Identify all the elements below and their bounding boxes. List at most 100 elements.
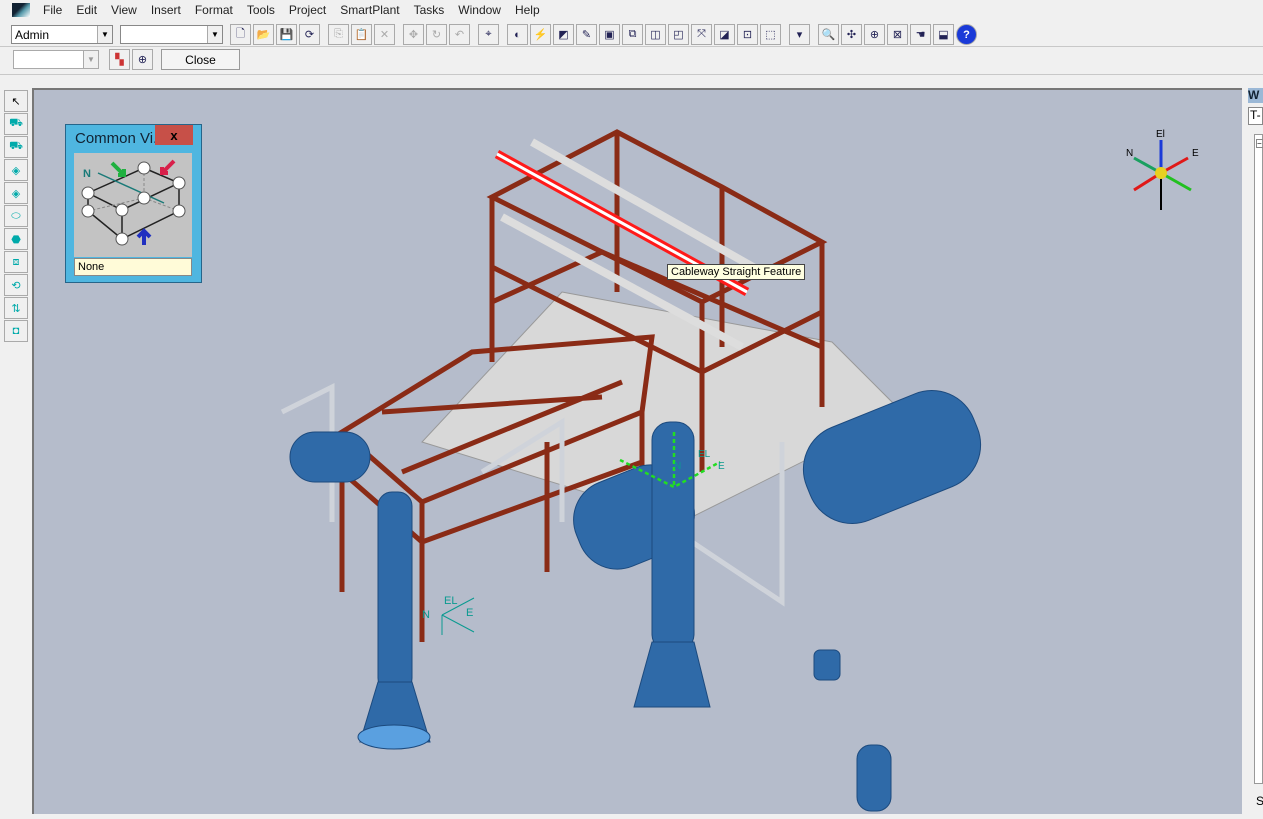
fit-all-button[interactable]: ⊠: [887, 24, 908, 45]
common-views-dialog: Common Vi... x N None: [65, 124, 202, 283]
new-button[interactable]: 🗋: [230, 24, 251, 45]
clip-button[interactable]: ◫: [645, 24, 666, 45]
place-route-tool-button[interactable]: ◈: [4, 182, 28, 204]
chevron-down-icon[interactable]: ▼: [83, 51, 98, 68]
3d-viewport[interactable]: Cableway Straight Feature El N E N EL E …: [32, 88, 1242, 814]
move-connect-icon: ⇅: [11, 302, 21, 315]
solid-tool-button[interactable]: ◘: [4, 320, 28, 342]
menu-window[interactable]: Window: [451, 3, 508, 17]
place-route-icon: ◈: [11, 187, 21, 200]
dropdown-button[interactable]: ▾: [789, 24, 810, 45]
selected-view-field: None: [74, 258, 192, 276]
filter-combo[interactable]: ▼: [120, 25, 223, 44]
svg-text:EL: EL: [444, 595, 457, 607]
svg-text:E: E: [1192, 148, 1199, 159]
workspace-explorer-panel: W T- − S: [1246, 88, 1263, 819]
zoom-select-button[interactable]: ⊕: [132, 49, 153, 70]
place-nozzle-icon: ⛟: [9, 140, 23, 152]
check-interference-button[interactable]: ⚡: [530, 24, 551, 45]
select-box-button[interactable]: ⬚: [760, 24, 781, 45]
view-cube[interactable]: N: [74, 153, 192, 257]
menu-project[interactable]: Project: [282, 3, 333, 17]
chevron-down-icon[interactable]: ▼: [97, 26, 112, 43]
rotate-object-tool-button[interactable]: ⟲: [4, 274, 28, 296]
rotate-button[interactable]: ↻: [426, 24, 447, 45]
place-feature-tool-button[interactable]: ◈: [4, 159, 28, 181]
measure-icon: ◐: [514, 28, 521, 41]
place-equipment-icon: ⛟: [9, 117, 23, 129]
svg-text:N: N: [422, 609, 430, 621]
menu-edit[interactable]: Edit: [69, 3, 104, 17]
local-axes-1: N EL E: [422, 595, 475, 635]
svg-text:N: N: [1126, 148, 1133, 159]
zoom-button[interactable]: 🔍: [818, 24, 839, 45]
svg-text:N: N: [674, 461, 681, 472]
chevron-down-icon[interactable]: ▼: [207, 26, 222, 43]
solid-icon: ◘: [12, 325, 20, 337]
zoom-icon: 🔍: [821, 29, 836, 41]
menu-file[interactable]: File: [36, 3, 69, 17]
properties-button[interactable]: ◩: [553, 24, 574, 45]
insert-shape-tool-button[interactable]: ⧈: [4, 251, 28, 273]
move-connect-tool-button[interactable]: ⇅: [4, 297, 28, 319]
undo-icon: ↶: [454, 29, 465, 41]
place-part-tool-button[interactable]: ⬣: [4, 228, 28, 250]
compass-icon: El N E: [1126, 129, 1199, 210]
help-button[interactable]: ?: [956, 24, 977, 45]
user-combo[interactable]: Admin ▼: [11, 25, 113, 44]
pan-icon: ✣: [846, 29, 857, 41]
delete-icon: ✕: [379, 29, 390, 41]
view-3d-button[interactable]: ▣: [599, 24, 620, 45]
close-button[interactable]: Close: [161, 49, 240, 70]
svg-text:E: E: [718, 461, 725, 472]
place-nozzle-tool-button[interactable]: ⛟: [4, 136, 28, 158]
zoom-area-button[interactable]: ⊕: [864, 24, 885, 45]
dialog-title: Common Vi...: [75, 130, 166, 147]
paste-icon: 📋: [354, 29, 369, 41]
open-button[interactable]: 📂: [253, 24, 274, 45]
panel-status: S: [1256, 794, 1263, 808]
fit-button[interactable]: ⤧: [691, 24, 712, 45]
move-button[interactable]: ✥: [403, 24, 424, 45]
place-feature-icon: ◈: [11, 164, 21, 177]
delete-button[interactable]: ✕: [374, 24, 395, 45]
main-toolbar: Admin ▼ ▼ 🗋 📂 💾 ⟳ ⎘ 📋 ✕ ✥ ↻ ↶ ⌖ ◐ ⚡ ◩ ✎ ▣ ⧉ ◫ ◰ ⤧ ◪ ⊡ ⬚ ▾ 🔍 ✣ ⊕ ⊠ ☚ ⬓?: [0, 22, 985, 47]
menu-tools[interactable]: Tools: [240, 3, 282, 17]
app-logo-icon: [12, 3, 30, 17]
save-button[interactable]: 💾: [276, 24, 297, 45]
section-button[interactable]: ⊡: [737, 24, 758, 45]
copy-view-button[interactable]: ⧉: [622, 24, 643, 45]
section-icon: ⊡: [742, 29, 753, 41]
tree-view[interactable]: −: [1254, 134, 1263, 784]
menu-view[interactable]: View: [104, 3, 144, 17]
place-equipment-tool-button[interactable]: ⛟: [4, 113, 28, 135]
select-tool-button[interactable]: ↖: [4, 90, 28, 112]
coordinates-button[interactable]: ⌖: [478, 24, 499, 45]
copy-button[interactable]: ⎘: [328, 24, 349, 45]
close-icon[interactable]: x: [155, 125, 193, 145]
pan-button[interactable]: ✣: [841, 24, 862, 45]
previous-view-button[interactable]: ⬓: [933, 24, 954, 45]
select-filter-button[interactable]: ▚: [109, 49, 130, 70]
menu-smartplant[interactable]: SmartPlant: [333, 3, 406, 17]
fit-icon: ⤧: [697, 28, 706, 40]
pencil-button[interactable]: ✎: [576, 24, 597, 45]
local-axes-2: N EL E: [674, 449, 725, 472]
navigate-button[interactable]: ☚: [910, 24, 931, 45]
cylinder-tool-button[interactable]: ⬭: [4, 205, 28, 227]
paste-button[interactable]: 📋: [351, 24, 372, 45]
select-box-icon: ⬚: [765, 29, 776, 41]
view-3d-icon: ▣: [604, 29, 615, 41]
camera-button[interactable]: ◰: [668, 24, 689, 45]
menu-insert[interactable]: Insert: [144, 3, 188, 17]
filter-combo[interactable]: T-: [1248, 107, 1263, 125]
measure-button[interactable]: ◐: [507, 24, 528, 45]
undo-button[interactable]: ↶: [449, 24, 470, 45]
refresh-button[interactable]: ⟳: [299, 24, 320, 45]
menu-format[interactable]: Format: [188, 3, 240, 17]
menu-tasks[interactable]: Tasks: [407, 3, 452, 17]
collapse-icon[interactable]: −: [1256, 139, 1263, 148]
secondary-combo[interactable]: ▼: [13, 50, 99, 69]
menu-help[interactable]: Help: [508, 3, 547, 17]
clip-plane-button[interactable]: ◪: [714, 24, 735, 45]
